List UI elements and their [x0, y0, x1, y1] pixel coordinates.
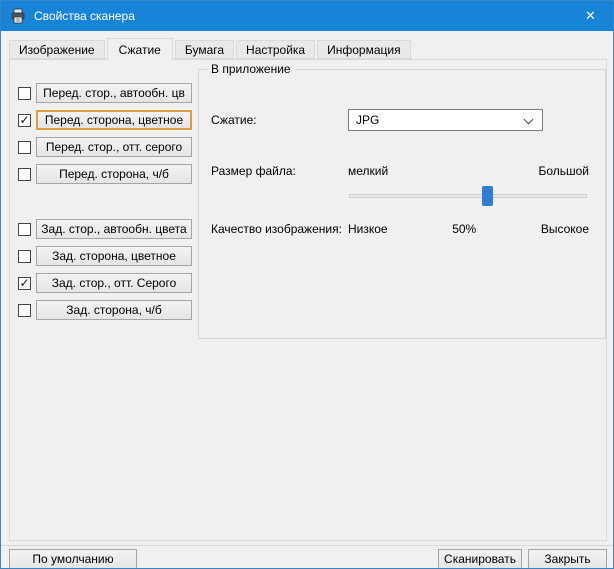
tab-paper[interactable]: Бумага — [174, 40, 235, 59]
compression-value: JPG — [356, 113, 380, 127]
window-title: Свойства сканера — [34, 9, 135, 23]
tab-settings[interactable]: Настройка — [236, 40, 316, 59]
tab-compression[interactable]: Сжатие — [106, 38, 173, 60]
in-application-group: В приложение Сжатие: JPG Размер файла: м… — [198, 62, 606, 339]
file-size-range-labels: мелкий Большой — [348, 163, 589, 179]
checkmark-icon: ✓ — [19, 112, 30, 127]
checkbox-back-bw[interactable]: ✓ — [18, 303, 31, 317]
group-title: В приложение — [207, 62, 295, 76]
checkbox-front-bw[interactable]: ✓ — [18, 167, 31, 181]
tab-strip: Изображение Сжатие Бумага Настройка Инфо… — [9, 38, 413, 60]
button-back-auto-color[interactable]: Зад. стор., автообн. цвета — [36, 219, 192, 239]
scan-button[interactable]: Сканировать — [438, 549, 522, 568]
titlebar[interactable]: Свойства сканера ✕ — [1, 1, 613, 31]
checkbox-back-color[interactable]: ✓ — [18, 249, 31, 263]
checkmark-icon: ✓ — [19, 275, 30, 290]
tab-info[interactable]: Информация — [317, 40, 411, 59]
default-button[interactable]: По умолчанию — [9, 549, 137, 568]
file-size-label: Размер файла: — [211, 164, 296, 178]
compression-select[interactable]: JPG — [348, 109, 543, 131]
file-size-slider-handle[interactable] — [482, 186, 494, 206]
quality-value: 50% — [452, 222, 477, 236]
checkbox-front-auto-color[interactable]: ✓ — [18, 86, 31, 100]
compression-label: Сжатие: — [211, 113, 257, 127]
checkbox-front-color[interactable]: ✓ — [18, 112, 31, 127]
quality-label: Качество изображения: — [211, 222, 342, 236]
file-size-max-label: Большой — [538, 164, 589, 178]
row-front-color: ✓ Перед. сторона, цветное — [18, 110, 192, 130]
button-front-bw[interactable]: Перед. сторона, ч/б — [36, 164, 192, 184]
button-back-bw[interactable]: Зад. сторона, ч/б — [36, 300, 192, 320]
checkbox-back-gray[interactable]: ✓ — [18, 275, 31, 290]
file-size-min-label: мелкий — [348, 164, 389, 178]
button-back-gray[interactable]: Зад. стор., отт. Серого — [36, 273, 192, 293]
printer-icon — [11, 8, 25, 24]
button-front-color[interactable]: Перед. сторона, цветное — [36, 110, 192, 130]
checkbox-back-auto-color[interactable]: ✓ — [18, 222, 31, 236]
button-front-auto-color[interactable]: Перед. стор., автообн. цв — [36, 83, 192, 103]
row-front-gray: ✓ Перед. стор., отт. серого — [18, 137, 192, 157]
footer-divider — [1, 545, 613, 546]
tab-image[interactable]: Изображение — [9, 40, 105, 59]
button-front-gray[interactable]: Перед. стор., отт. серого — [36, 137, 192, 157]
file-size-slider — [349, 184, 587, 208]
row-back-gray: ✓ Зад. стор., отт. Серого — [18, 273, 192, 293]
row-back-bw: ✓ Зад. сторона, ч/б — [18, 300, 192, 320]
quality-max-label: Высокое — [540, 222, 589, 236]
row-back-color: ✓ Зад. сторона, цветное — [18, 246, 192, 266]
quality-min-label: Низкое — [348, 222, 388, 236]
row-front-auto-color: ✓ Перед. стор., автообн. цв — [18, 83, 192, 103]
checkbox-front-gray[interactable]: ✓ — [18, 140, 31, 154]
button-back-color[interactable]: Зад. сторона, цветное — [36, 246, 192, 266]
row-front-bw: ✓ Перед. сторона, ч/б — [18, 164, 192, 184]
file-size-slider-track[interactable] — [349, 194, 587, 198]
scanner-properties-dialog: Свойства сканера ✕ Изображение Сжатие Бу… — [0, 0, 614, 569]
compression-tab-page: ✓ Перед. стор., автообн. цв ✓ Перед. сто… — [9, 59, 607, 541]
chevron-down-icon — [523, 114, 534, 125]
quality-range-labels: Низкое 50% Высокое — [348, 221, 589, 237]
titlebar-close-button[interactable]: ✕ — [568, 1, 613, 31]
row-back-auto-color: ✓ Зад. стор., автообн. цвета — [18, 219, 192, 239]
close-button[interactable]: Закрыть — [528, 549, 607, 568]
